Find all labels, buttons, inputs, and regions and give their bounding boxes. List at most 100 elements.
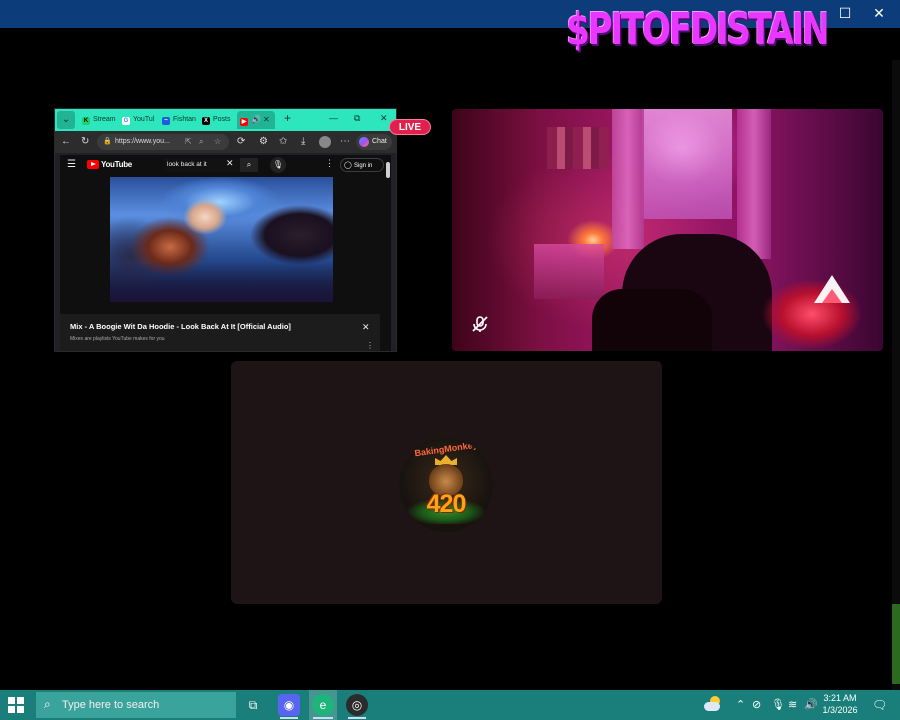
discord-icon[interactable]: ◉	[278, 694, 300, 716]
scrollbar-thumb[interactable]	[386, 162, 390, 178]
collections-icon[interactable]: ✩	[279, 136, 287, 147]
tab-close-icon[interactable]: ✕	[263, 115, 270, 124]
extensions-refresh-icon[interactable]: ⟳	[237, 136, 245, 147]
search-placeholder: Type here to search	[62, 699, 160, 711]
restore-icon[interactable]: ☐	[838, 6, 852, 20]
running-indicator	[280, 717, 298, 719]
more-options-icon[interactable]: ⋮	[325, 158, 334, 169]
mix-subtitle: Mixes are playlists YouTube makes for yo…	[70, 336, 165, 342]
webcam-feed	[452, 109, 883, 351]
running-indicator	[313, 717, 333, 719]
mix-title: Mix - A Boogie Wit Da Hoodie - Look Back…	[70, 322, 291, 331]
live-badge: LIVE	[389, 119, 431, 135]
obs-icon[interactable]: ◎	[346, 694, 368, 716]
windows-taskbar: ⌕ Type here to search ⧉ ◉ e ◎ ⌃ ⊘ 🎙 ≋ 🔊 …	[0, 690, 900, 720]
headset-logo-inner	[822, 289, 842, 303]
running-indicator	[348, 717, 366, 719]
zoom-icon[interactable]: ⌕	[199, 134, 203, 150]
more-menu-icon[interactable]: ⋯	[340, 136, 350, 147]
mic-off-svg	[472, 316, 488, 332]
participant-card: BakingMonkey 420	[231, 361, 662, 604]
user-icon: ◯	[344, 162, 352, 169]
curtain-right	[737, 109, 771, 259]
notification-icon[interactable]: 🗨	[872, 698, 887, 712]
mix-playlist-card[interactable]: Mix - A Boogie Wit Da Hoodie - Look Back…	[60, 314, 380, 351]
tab-actions-button[interactable]: ⌄	[57, 111, 75, 129]
mix-close-icon[interactable]: ✕	[362, 322, 370, 333]
headset-glow	[752, 269, 872, 349]
weather-icon[interactable]	[702, 696, 722, 712]
curtain-left	[612, 109, 644, 249]
sign-in-label: Sign in	[354, 163, 373, 169]
microphone-icon[interactable]: 🎙	[270, 157, 286, 173]
wifi-icon[interactable]: ≋	[788, 698, 797, 711]
chat-label: Chat	[372, 138, 387, 145]
youtube-page: ☰ YouTube look back at it ✕ ⌕ 🎙 ⋮ ◯ Sign…	[60, 155, 391, 351]
kick-icon: K	[82, 117, 90, 125]
google-icon: G	[122, 117, 130, 125]
muted-microphone-icon	[470, 314, 490, 334]
video-thumbnail[interactable]	[110, 177, 333, 302]
search-icon[interactable]: ⌕	[240, 158, 258, 172]
x-icon: X	[202, 117, 210, 125]
taskbar-clock[interactable]: 3:21 AM 1/3/2026	[818, 692, 862, 716]
microphone-icon[interactable]: 🎙	[771, 698, 785, 711]
clear-search-icon[interactable]: ✕	[226, 158, 234, 169]
open-in-app-icon[interactable]: ⇱	[185, 134, 192, 150]
chevron-up-icon[interactable]: ⌃	[736, 698, 745, 711]
youtube-header: ☰ YouTube look back at it ✕ ⌕ 🎙 ⋮ ◯ Sign…	[60, 155, 391, 175]
network-off-icon[interactable]: ⊘	[752, 698, 761, 711]
hamburger-menu-icon[interactable]: ☰	[67, 159, 76, 170]
tab-label: Stream	[93, 116, 116, 123]
tab-youtube[interactable]: G YouTul	[119, 111, 157, 129]
address-bar-row: ← ↻ 🔒 https://www.you... ⇱ ⌕ ☆ ⟳ ⚙ ✩ ⤓ ⋯…	[55, 131, 396, 153]
tab-fishtank[interactable]: ~ Fishtan	[159, 111, 199, 129]
edge-green-patch	[892, 604, 900, 684]
taskbar-search-box[interactable]: ⌕ Type here to search	[36, 692, 236, 718]
mix-more-icon[interactable]: ⋮	[366, 341, 374, 350]
copilot-chat-button[interactable]: Chat	[356, 134, 392, 150]
favorite-star-icon[interactable]: ☆	[214, 134, 221, 150]
minimize-icon[interactable]: —	[329, 113, 338, 123]
browser-tab-bar: ⌄ K Stream G YouTul ~ Fishtan X Posts ▶ 🔊 ✕ + …	[55, 109, 396, 131]
puzzle-icon[interactable]: ⚙	[259, 136, 268, 147]
lock-icon: 🔒	[103, 138, 112, 145]
edge-icon[interactable]: e	[312, 694, 334, 716]
tab-label: Fishtan	[173, 116, 196, 123]
dresser	[534, 244, 604, 299]
wall-photos	[547, 127, 609, 169]
url-text: https://www.you...	[115, 138, 170, 145]
downloads-icon[interactable]: ⤓	[301, 136, 305, 147]
profile-avatar[interactable]	[319, 136, 331, 148]
tab-stream[interactable]: K Stream	[79, 111, 117, 129]
room-window	[642, 109, 732, 219]
window-close-icon[interactable]: ✕	[380, 113, 388, 124]
streamer-name-overlay: $PITOFDISTAIN27	[566, 4, 827, 55]
copilot-icon	[359, 137, 369, 147]
person-silhouette	[592, 289, 712, 351]
url-field[interactable]: 🔒 https://www.you... ⇱ ⌕ ☆	[97, 134, 229, 150]
task-view-icon[interactable]: ⧉	[242, 694, 264, 716]
sign-in-button[interactable]: ◯ Sign in	[340, 158, 384, 172]
new-tab-button[interactable]: +	[284, 111, 291, 125]
tab-posts[interactable]: X Posts	[199, 111, 237, 129]
refresh-icon[interactable]: ↻	[81, 136, 89, 147]
windows-start-icon[interactable]	[8, 697, 24, 713]
search-icon: ⌕	[44, 697, 51, 711]
fish-icon: ~	[162, 117, 170, 125]
restore-window-icon[interactable]: ⧉	[354, 113, 360, 124]
close-icon[interactable]: ✕	[872, 6, 886, 20]
volume-icon[interactable]: 🔊	[804, 698, 818, 711]
youtube-wordmark[interactable]: YouTube	[101, 160, 132, 169]
youtube-logo-icon[interactable]	[87, 160, 99, 169]
right-edge-strip	[892, 60, 900, 690]
clock-date: 1/3/2026	[822, 705, 858, 715]
browser-window: ⌄ K Stream G YouTul ~ Fishtan X Posts ▶ 🔊 ✕ + …	[54, 108, 397, 352]
logo-number: 420	[426, 490, 467, 518]
clock-time: 3:21 AM	[823, 693, 857, 703]
tab-label: YouTul	[133, 116, 155, 123]
audio-icon[interactable]: 🔊	[251, 115, 261, 124]
youtube-icon: ▶	[240, 118, 248, 126]
back-icon[interactable]: ←	[61, 136, 71, 147]
tab-active-youtube[interactable]: ▶ 🔊 ✕	[237, 111, 275, 129]
